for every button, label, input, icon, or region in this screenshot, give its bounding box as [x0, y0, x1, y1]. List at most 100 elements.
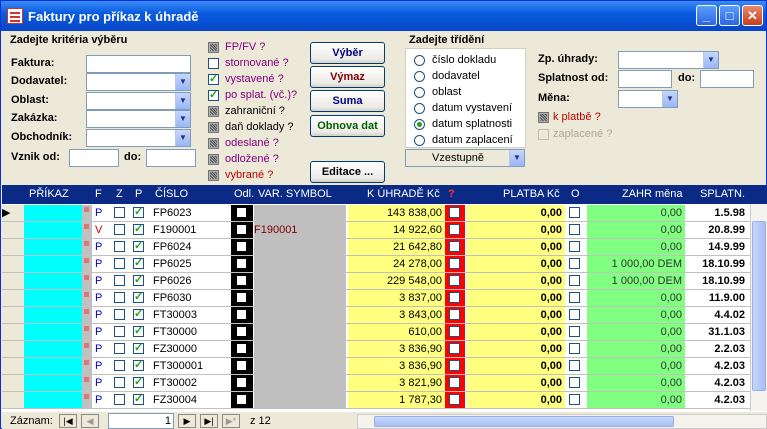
odl-checkbox[interactable] — [236, 224, 247, 235]
filter-checkbox[interactable] — [208, 122, 219, 133]
q-checkbox[interactable] — [449, 275, 460, 286]
table-row[interactable]: P FP6030 3 837,00 0,00 0,00 11.9.00 — [2, 290, 767, 307]
last-record-button[interactable]: ▶| — [200, 414, 218, 428]
splatnost-do-input[interactable] — [700, 70, 754, 88]
odl-checkbox[interactable] — [236, 241, 247, 252]
vertical-scrollbar[interactable] — [750, 204, 767, 411]
obnova-button[interactable]: Obnova dat — [310, 115, 385, 137]
odl-checkbox[interactable] — [236, 207, 247, 218]
p-checkbox[interactable] — [133, 273, 144, 286]
prikaz-cell[interactable] — [24, 273, 82, 289]
editace-button[interactable]: Editace ... — [310, 161, 385, 183]
sort-radio[interactable] — [414, 119, 425, 130]
odl-checkbox[interactable] — [236, 309, 247, 320]
suma-button[interactable]: Suma — [310, 90, 385, 112]
q-checkbox[interactable] — [449, 258, 460, 269]
sort-radio[interactable] — [414, 87, 425, 98]
chevron-down-icon[interactable]: ▼ — [175, 130, 190, 146]
col-p[interactable]: P — [135, 188, 142, 200]
prikaz-cell[interactable] — [24, 375, 82, 391]
record-selector[interactable] — [2, 222, 24, 238]
p-checkbox[interactable] — [133, 239, 144, 252]
q-checkbox[interactable] — [449, 326, 460, 337]
prikaz-cell[interactable] — [24, 290, 82, 306]
p-checkbox[interactable] — [133, 290, 144, 303]
o-checkbox[interactable] — [569, 224, 580, 235]
filter-checkbox[interactable] — [208, 138, 219, 149]
table-row[interactable]: P FT300001 3 836,90 0,00 0,00 4.2.03 — [2, 358, 767, 375]
next-record-button[interactable]: ▶ — [178, 414, 196, 428]
filter-checkbox[interactable] — [208, 154, 219, 165]
z-checkbox[interactable] — [114, 241, 125, 252]
col-odl[interactable]: Odl. — [234, 188, 254, 200]
chevron-down-icon[interactable]: ▼ — [662, 91, 677, 107]
o-checkbox[interactable] — [569, 241, 580, 252]
sort-radio[interactable] — [414, 135, 425, 146]
prikaz-cell[interactable] — [24, 239, 82, 255]
prikaz-cell[interactable] — [24, 392, 82, 408]
col-o[interactable]: O — [571, 188, 580, 200]
col-platba[interactable]: PLATBA Kč — [503, 188, 560, 200]
prikaz-cell[interactable] — [24, 324, 82, 340]
o-checkbox[interactable] — [569, 343, 580, 354]
record-selector[interactable] — [2, 273, 24, 289]
dodavatel-select[interactable]: ▼ — [86, 73, 191, 91]
o-checkbox[interactable] — [569, 326, 580, 337]
vyber-button[interactable]: Výběr — [310, 42, 385, 64]
table-row[interactable]: P FP6025 24 278,00 0,00 1 000,00 DEM 18.10.99 — [2, 256, 767, 273]
oblast-select[interactable]: ▼ — [86, 92, 191, 110]
q-checkbox[interactable] — [449, 241, 460, 252]
close-button[interactable]: ✕ — [742, 5, 763, 26]
odl-checkbox[interactable] — [236, 394, 247, 405]
record-selector[interactable] — [2, 324, 24, 340]
splatnost-od-input[interactable] — [618, 70, 672, 88]
maximize-button[interactable]: □ — [719, 5, 740, 26]
o-checkbox[interactable] — [569, 292, 580, 303]
filter-checkbox[interactable] — [208, 42, 219, 53]
sort-radio[interactable] — [414, 71, 425, 82]
first-record-button[interactable]: |◀ — [59, 414, 77, 428]
o-checkbox[interactable] — [569, 394, 580, 405]
chevron-down-icon[interactable]: ▼ — [509, 150, 524, 166]
col-kuhrade[interactable]: K ÚHRADĚ Kč — [367, 188, 440, 200]
p-checkbox[interactable] — [133, 392, 144, 405]
p-checkbox[interactable] — [133, 375, 144, 388]
col-splatn[interactable]: SPLATN. — [700, 188, 745, 200]
z-checkbox[interactable] — [114, 309, 125, 320]
odl-checkbox[interactable] — [236, 377, 247, 388]
prikaz-cell[interactable] — [24, 358, 82, 374]
p-checkbox[interactable] — [133, 324, 144, 337]
record-number-input[interactable]: 1 — [108, 413, 174, 429]
table-row[interactable]: P FT30000 610,00 0,00 0,00 31.1.03 — [2, 324, 767, 341]
odl-checkbox[interactable] — [236, 258, 247, 269]
col-q[interactable]: ? — [448, 188, 455, 200]
chevron-down-icon[interactable]: ▼ — [175, 93, 190, 109]
record-selector[interactable] — [2, 256, 24, 272]
o-checkbox[interactable] — [569, 360, 580, 371]
z-checkbox[interactable] — [114, 394, 125, 405]
odl-checkbox[interactable] — [236, 343, 247, 354]
p-checkbox[interactable] — [133, 205, 144, 218]
mena-select[interactable]: ▼ — [618, 90, 678, 108]
q-checkbox[interactable] — [449, 207, 460, 218]
z-checkbox[interactable] — [114, 360, 125, 371]
prikaz-cell[interactable] — [24, 256, 82, 272]
faktura-input[interactable] — [86, 55, 191, 73]
sort-radio[interactable] — [414, 103, 425, 114]
zakazka-select[interactable]: ▼ — [86, 110, 191, 128]
p-checkbox[interactable] — [133, 358, 144, 371]
col-f[interactable]: F — [95, 188, 102, 200]
filter-checkbox[interactable] — [208, 58, 219, 69]
record-selector[interactable] — [2, 290, 24, 306]
q-checkbox[interactable] — [449, 292, 460, 303]
z-checkbox[interactable] — [114, 377, 125, 388]
table-row[interactable]: P FP6024 21 642,80 0,00 0,00 14.9.99 — [2, 239, 767, 256]
z-checkbox[interactable] — [114, 343, 125, 354]
zp-uhrady-select[interactable]: ▼ — [618, 51, 719, 69]
minimize-button[interactable]: _ — [696, 5, 717, 26]
prikaz-cell[interactable] — [24, 341, 82, 357]
sort-radio[interactable] — [414, 55, 425, 66]
table-row[interactable]: P FP6026 229 548,00 0,00 1 000,00 DEM 18.10.9… — [2, 273, 767, 290]
p-checkbox[interactable] — [133, 341, 144, 354]
record-selector[interactable] — [2, 307, 24, 323]
